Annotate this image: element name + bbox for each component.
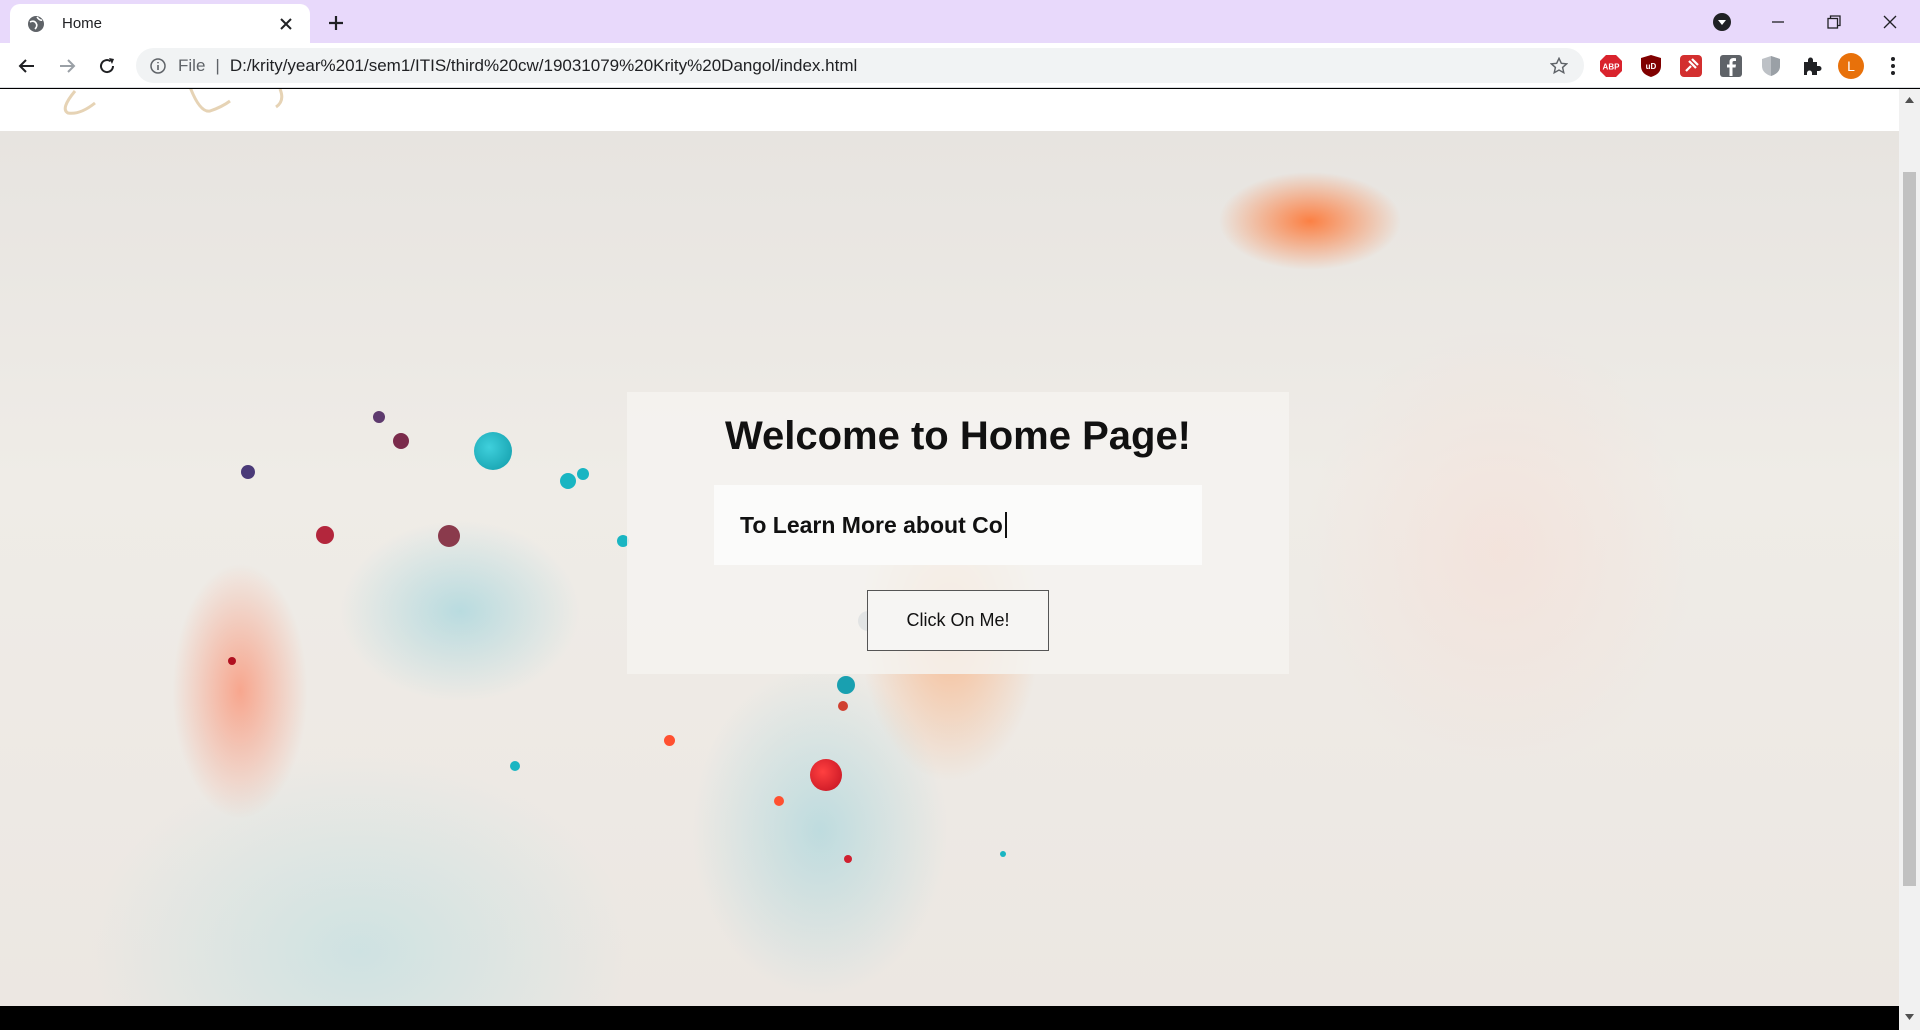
paint-drop <box>228 657 236 665</box>
hero-background: Welcome to Home Page! To Learn More abou… <box>0 131 1899 1006</box>
bottom-bar <box>0 1006 1899 1030</box>
shield-icon[interactable] <box>1758 53 1784 79</box>
paint-drop <box>373 411 385 423</box>
page-viewport: Welcome to Home Page! To Learn More abou… <box>0 89 1899 1006</box>
adblock-plus-icon[interactable]: ABP <box>1598 53 1624 79</box>
paint-drop <box>810 759 842 791</box>
minimize-icon[interactable] <box>1750 0 1806 43</box>
back-arrow-icon[interactable] <box>10 49 44 83</box>
typing-text-box: To Learn More about Co <box>714 485 1202 565</box>
tab-close-icon[interactable] <box>274 12 298 36</box>
paint-drop <box>1000 851 1006 857</box>
pin-extension-icon[interactable] <box>1678 53 1704 79</box>
paint-drop <box>316 526 334 544</box>
tab-home[interactable]: Home <box>10 4 310 43</box>
logo-image <box>63 89 284 115</box>
paint-drop <box>393 433 409 449</box>
window-close-icon[interactable] <box>1862 0 1918 43</box>
puzzle-icon[interactable] <box>1798 53 1824 79</box>
welcome-card: Welcome to Home Page! To Learn More abou… <box>627 392 1289 674</box>
typed-text: To Learn More about Co <box>740 511 1003 538</box>
paint-drop <box>838 701 848 711</box>
url-text[interactable]: D:/krity/year%201/sem1/ITIS/third%20cw/1… <box>230 56 1548 76</box>
paint-drop <box>438 525 460 547</box>
bookmark-star-icon[interactable] <box>1548 55 1570 77</box>
browser-menu-icon[interactable] <box>1880 53 1906 79</box>
media-control-icon[interactable] <box>1694 0 1750 43</box>
site-header <box>0 89 1899 131</box>
forward-arrow-icon[interactable] <box>50 49 84 83</box>
facebook-icon[interactable] <box>1718 53 1744 79</box>
paint-drop <box>560 473 576 489</box>
svg-text:L: L <box>1847 58 1855 74</box>
paint-drop <box>510 761 520 771</box>
address-bar[interactable]: File | D:/krity/year%201/sem1/ITIS/third… <box>136 48 1584 83</box>
scroll-up-icon[interactable] <box>1903 93 1916 107</box>
reload-icon[interactable] <box>90 49 124 83</box>
svg-text:ABP: ABP <box>1603 63 1621 72</box>
page-title: Welcome to Home Page! <box>724 414 1192 458</box>
scrollbar-thumb[interactable] <box>1903 172 1916 886</box>
paint-drop <box>774 796 784 806</box>
profile-avatar[interactable]: L <box>1838 53 1864 79</box>
tab-title: Home <box>62 15 103 32</box>
site-info-icon[interactable] <box>150 57 168 75</box>
restore-icon[interactable] <box>1806 0 1862 43</box>
address-separator: | <box>215 55 220 75</box>
ublock-icon[interactable]: uD <box>1638 53 1664 79</box>
paint-drop <box>241 465 255 479</box>
paint-drop <box>837 676 855 694</box>
svg-text:uD: uD <box>1646 62 1657 71</box>
click-me-button[interactable]: Click On Me! <box>867 590 1049 651</box>
text-caret <box>1004 512 1007 538</box>
paint-drop <box>474 432 512 470</box>
paint-drop <box>577 468 589 480</box>
paint-drop <box>844 855 852 863</box>
browser-toolbar: File | D:/krity/year%201/sem1/ITIS/third… <box>0 43 1920 88</box>
new-tab-button[interactable] <box>322 9 350 37</box>
scroll-down-icon[interactable] <box>1903 1010 1916 1024</box>
globe-icon <box>26 14 46 34</box>
tab-strip: Home <box>0 0 1920 43</box>
paint-drop <box>664 735 675 746</box>
vertical-scrollbar[interactable] <box>1899 89 1920 1030</box>
scheme-label: File <box>178 55 206 75</box>
